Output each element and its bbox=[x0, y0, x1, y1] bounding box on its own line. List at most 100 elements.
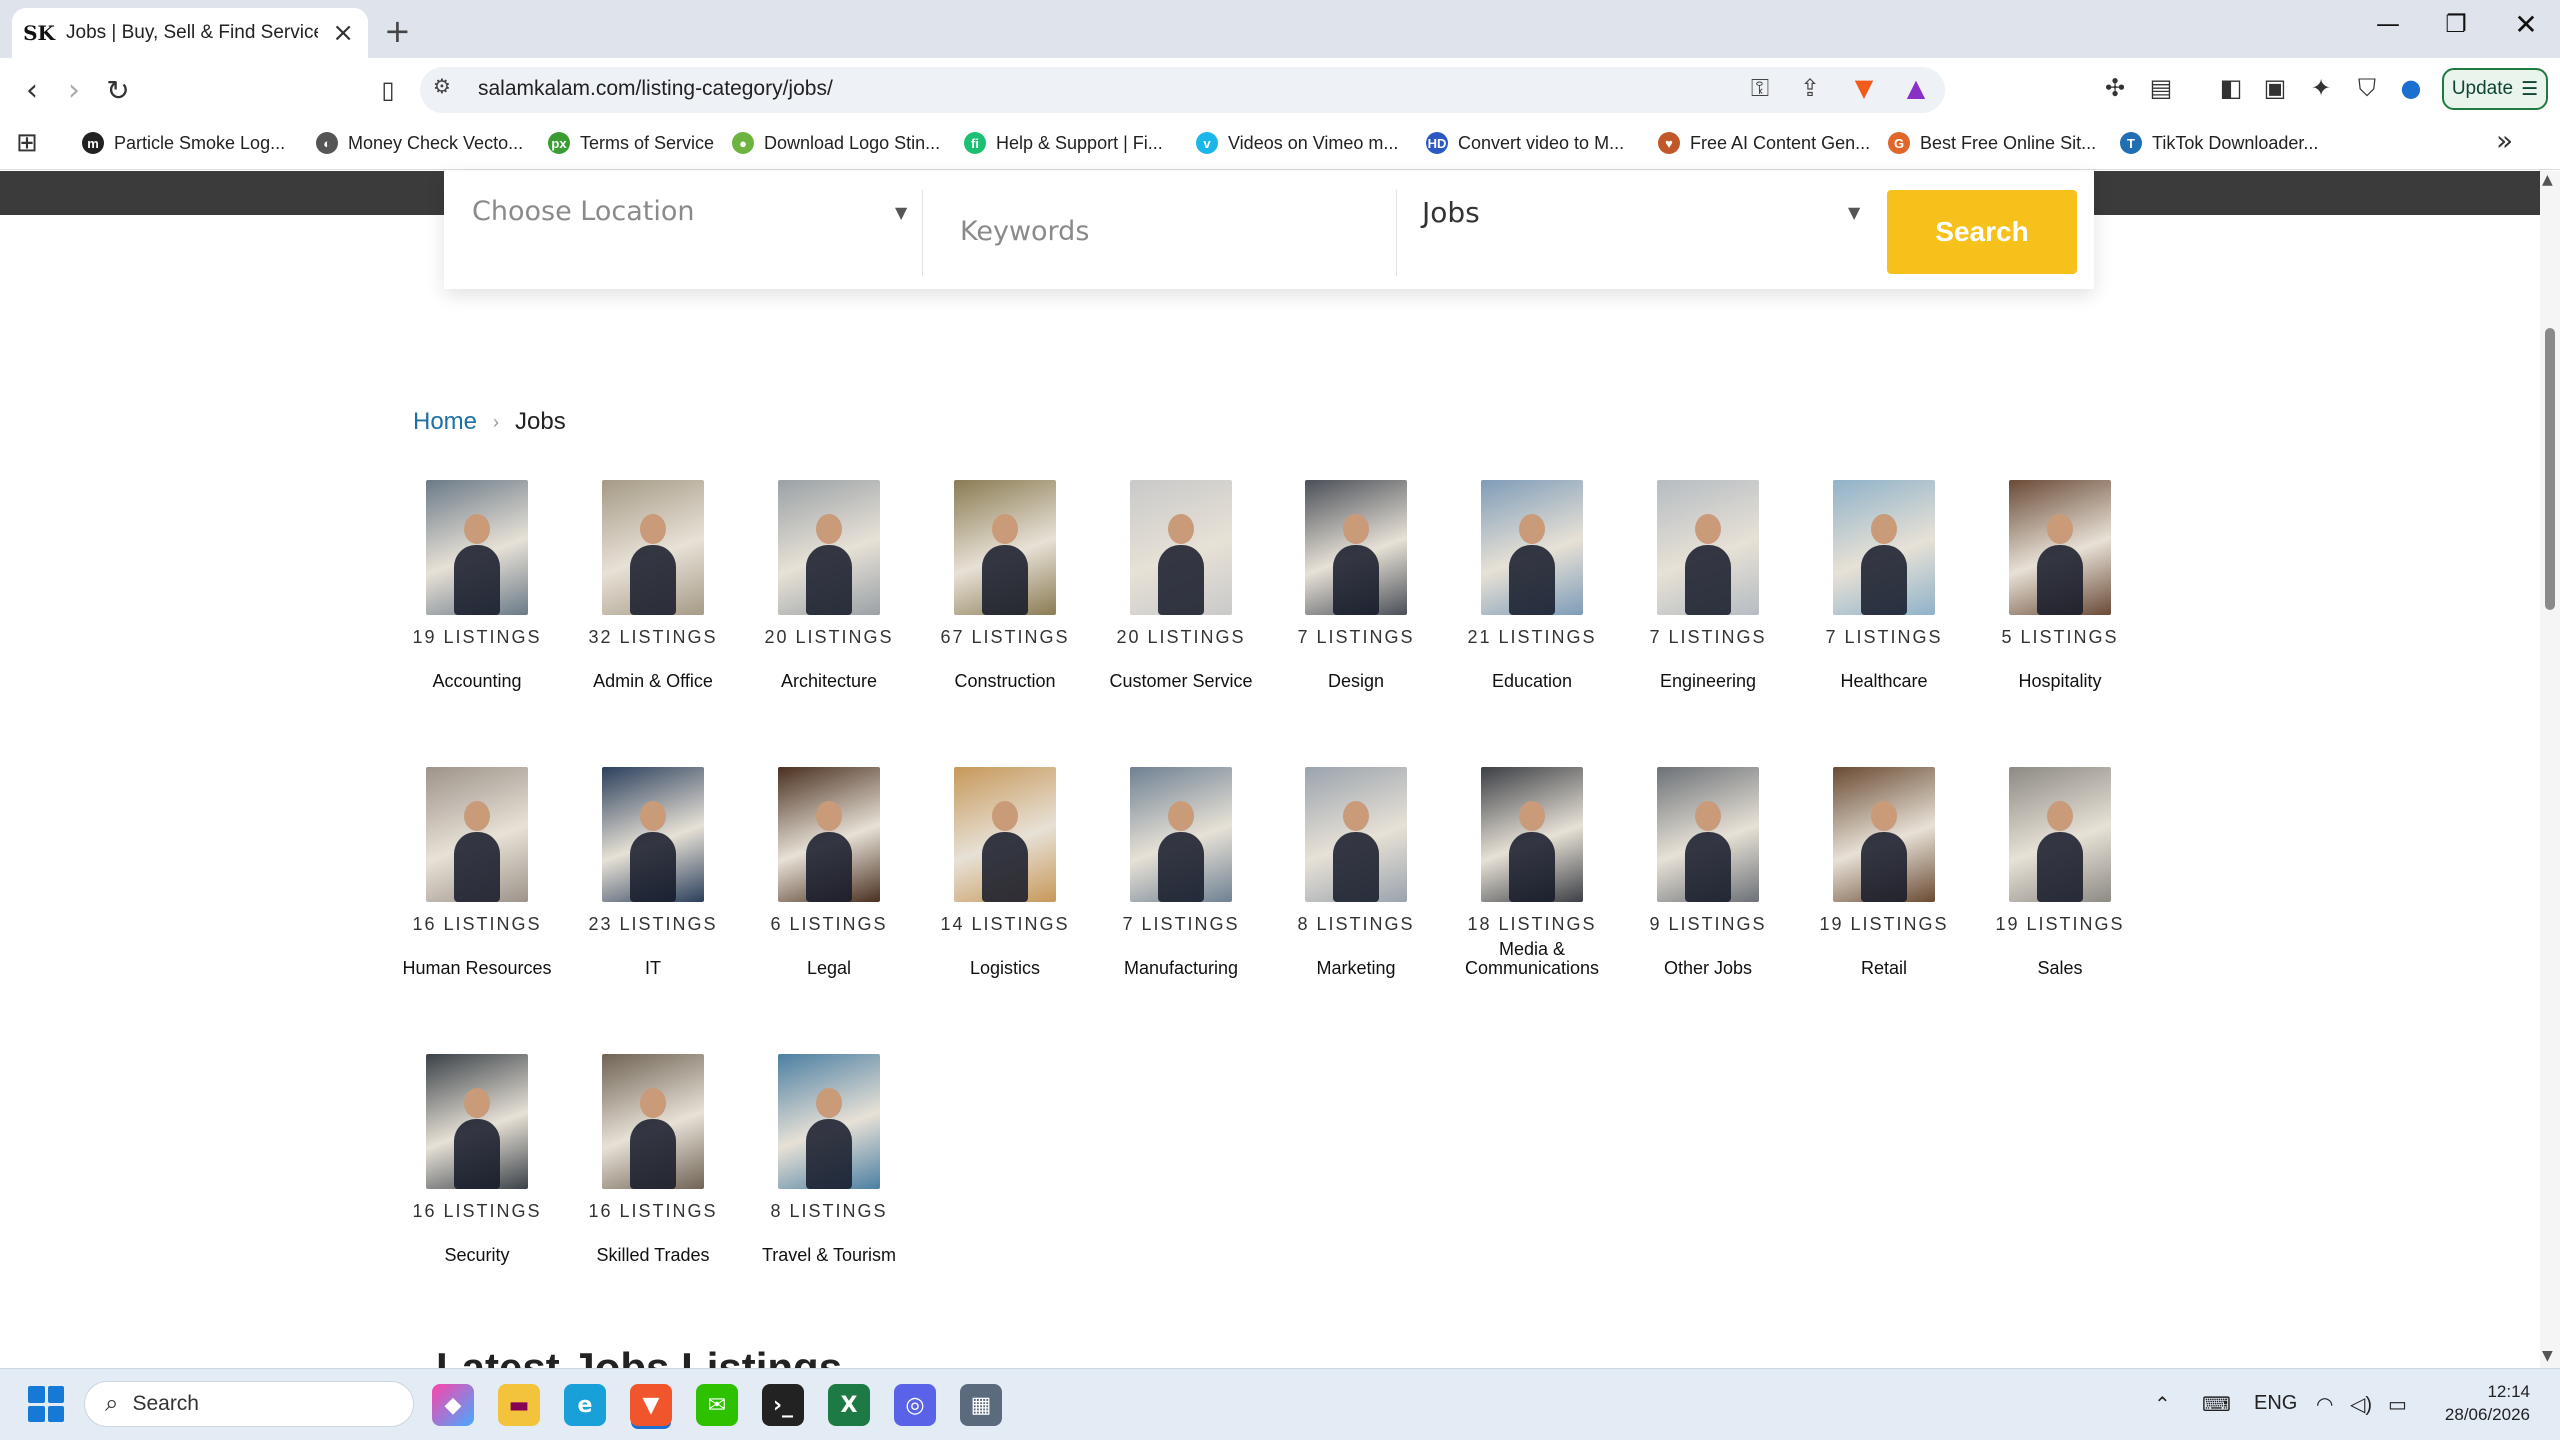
category-card[interactable]: 8 LISTINGS Marketing bbox=[1268, 767, 1444, 978]
category-name-link[interactable]: Healthcare bbox=[1796, 672, 1972, 691]
site-settings-icon[interactable]: ⚙ bbox=[426, 74, 458, 98]
calculator-icon[interactable]: ▦ bbox=[960, 1384, 1002, 1426]
category-name-link[interactable]: Travel & Tourism bbox=[741, 1246, 917, 1265]
category-name-link[interactable]: Customer Service bbox=[1093, 672, 1269, 691]
file-explorer-icon[interactable]: ▬ bbox=[498, 1384, 540, 1426]
category-card[interactable]: 67 LISTINGS Construction bbox=[917, 480, 1093, 691]
teams-icon[interactable]: ◎ bbox=[894, 1384, 936, 1426]
category-thumbnail-image[interactable] bbox=[1130, 480, 1232, 615]
category-card[interactable]: 7 LISTINGS Design bbox=[1268, 480, 1444, 691]
restore-icon[interactable]: ❐ bbox=[2436, 10, 2476, 38]
category-card[interactable]: 20 LISTINGS Architecture bbox=[741, 480, 917, 691]
category-thumbnail-image[interactable] bbox=[426, 767, 528, 902]
bookmark-item[interactable]: ● Download Logo Stin... bbox=[732, 128, 940, 158]
category-thumbnail-image[interactable] bbox=[2009, 480, 2111, 615]
category-card[interactable]: 16 LISTINGS Human Resources bbox=[389, 767, 565, 978]
category-name-link[interactable]: Design bbox=[1268, 672, 1444, 691]
category-name-link[interactable]: Manufacturing bbox=[1093, 959, 1269, 978]
category-thumbnail-image[interactable] bbox=[1833, 767, 1935, 902]
category-thumbnail-image[interactable] bbox=[954, 480, 1056, 615]
reading-list-icon[interactable]: ▤ bbox=[2144, 74, 2178, 102]
category-card[interactable]: 14 LISTINGS Logistics bbox=[917, 767, 1093, 978]
forward-icon[interactable]: › bbox=[54, 70, 94, 110]
category-name-link[interactable]: Media & Communications bbox=[1444, 940, 1620, 978]
search-button[interactable]: Search bbox=[1887, 190, 2077, 274]
category-card[interactable]: 18 LISTINGS Media & Communications bbox=[1444, 767, 1620, 978]
category-thumbnail-image[interactable] bbox=[954, 767, 1056, 902]
brave-rewards-icon[interactable]: ▲ bbox=[1900, 74, 1932, 102]
taskbar-search[interactable]: ⌕ Search bbox=[84, 1381, 414, 1427]
category-card[interactable]: 7 LISTINGS Engineering bbox=[1620, 480, 1796, 691]
category-thumbnail-image[interactable] bbox=[1130, 767, 1232, 902]
edge-icon[interactable]: e bbox=[564, 1384, 606, 1426]
category-thumbnail-image[interactable] bbox=[778, 480, 880, 615]
category-card[interactable]: 9 LISTINGS Other Jobs bbox=[1620, 767, 1796, 978]
sidebar-icon[interactable]: ◧ bbox=[2214, 74, 2248, 102]
excel-icon[interactable]: X bbox=[828, 1384, 870, 1426]
category-name-link[interactable]: Accounting bbox=[389, 672, 565, 691]
category-name-link[interactable]: Admin & Office bbox=[565, 672, 741, 691]
category-thumbnail-image[interactable] bbox=[1481, 480, 1583, 615]
volume-icon[interactable]: ◁) bbox=[2350, 1392, 2372, 1417]
category-name-link[interactable]: Security bbox=[389, 1246, 565, 1265]
category-card[interactable]: 7 LISTINGS Healthcare bbox=[1796, 480, 1972, 691]
back-icon[interactable]: ‹ bbox=[12, 70, 52, 110]
keyboard-icon[interactable]: ⌨ bbox=[2202, 1392, 2231, 1417]
category-thumbnail-image[interactable] bbox=[1305, 480, 1407, 615]
extensions-icon[interactable]: ✣ bbox=[2098, 74, 2132, 102]
terminal-icon[interactable]: ›_ bbox=[762, 1384, 804, 1426]
category-card[interactable]: 19 LISTINGS Accounting bbox=[389, 480, 565, 691]
category-thumbnail-image[interactable] bbox=[602, 767, 704, 902]
leo-ai-icon[interactable]: ✦ bbox=[2304, 74, 2338, 102]
more-bookmarks-icon[interactable]: » bbox=[2496, 124, 2513, 157]
share-icon[interactable]: ⇪ bbox=[1794, 74, 1826, 102]
bookmark-item[interactable]: ◐ Money Check Vecto... bbox=[316, 128, 523, 158]
category-name-link[interactable]: Human Resources bbox=[389, 959, 565, 978]
category-select[interactable]: Jobs bbox=[1422, 196, 1480, 229]
category-thumbnail-image[interactable] bbox=[602, 1054, 704, 1189]
tab-close-icon[interactable]: × bbox=[332, 20, 354, 46]
profile-icon[interactable]: ● bbox=[2394, 74, 2428, 102]
bookmark-item[interactable]: px Terms of Service bbox=[548, 128, 714, 158]
category-thumbnail-image[interactable] bbox=[778, 1054, 880, 1189]
scroll-up-icon[interactable]: ▲ bbox=[2542, 172, 2553, 188]
update-button[interactable]: Update ☰ bbox=[2442, 68, 2548, 110]
wallet-icon[interactable]: ▣ bbox=[2258, 74, 2292, 102]
keywords-input[interactable]: Keywords bbox=[960, 216, 1089, 247]
category-thumbnail-image[interactable] bbox=[1657, 767, 1759, 902]
category-thumbnail-image[interactable] bbox=[426, 1054, 528, 1189]
new-tab-icon[interactable]: + bbox=[384, 12, 411, 50]
breadcrumb-home-link[interactable]: Home bbox=[413, 408, 477, 436]
apps-grid-icon[interactable]: ⊞ bbox=[16, 128, 38, 158]
category-card[interactable]: 19 LISTINGS Retail bbox=[1796, 767, 1972, 978]
category-card[interactable]: 23 LISTINGS IT bbox=[565, 767, 741, 978]
category-name-link[interactable]: Logistics bbox=[917, 959, 1093, 978]
category-card[interactable]: 8 LISTINGS Travel & Tourism bbox=[741, 1054, 917, 1265]
copilot-icon[interactable]: ◆ bbox=[432, 1384, 474, 1426]
category-name-link[interactable]: Marketing bbox=[1268, 959, 1444, 978]
category-thumbnail-image[interactable] bbox=[1481, 767, 1583, 902]
location-select[interactable]: Choose Location bbox=[472, 196, 694, 227]
system-clock[interactable]: 12:14 28/06/2026 bbox=[2418, 1380, 2530, 1426]
scrollbar-thumb[interactable] bbox=[2545, 328, 2555, 610]
category-card[interactable]: 16 LISTINGS Skilled Trades bbox=[565, 1054, 741, 1265]
category-card[interactable]: 16 LISTINGS Security bbox=[389, 1054, 565, 1265]
start-button[interactable] bbox=[28, 1386, 64, 1422]
category-thumbnail-image[interactable] bbox=[1305, 767, 1407, 902]
wechat-icon[interactable]: ✉ bbox=[696, 1384, 738, 1426]
category-name-link[interactable]: Hospitality bbox=[1972, 672, 2148, 691]
category-card[interactable]: 19 LISTINGS Sales bbox=[1972, 767, 2148, 978]
wifi-icon[interactable]: ◠ bbox=[2316, 1392, 2333, 1417]
category-name-link[interactable]: Sales bbox=[1972, 959, 2148, 978]
bookmark-item[interactable]: v Videos on Vimeo m... bbox=[1196, 128, 1398, 158]
category-card[interactable]: 32 LISTINGS Admin & Office bbox=[565, 480, 741, 691]
language-indicator[interactable]: ENG bbox=[2254, 1392, 2297, 1415]
category-thumbnail-image[interactable] bbox=[1657, 480, 1759, 615]
category-name-link[interactable]: Other Jobs bbox=[1620, 959, 1796, 978]
bookmark-item[interactable]: HD Convert video to M... bbox=[1426, 128, 1624, 158]
battery-icon[interactable]: ▭ bbox=[2388, 1392, 2407, 1417]
category-name-link[interactable]: Skilled Trades bbox=[565, 1246, 741, 1265]
category-thumbnail-image[interactable] bbox=[1833, 480, 1935, 615]
category-card[interactable]: 6 LISTINGS Legal bbox=[741, 767, 917, 978]
bookmark-page-icon[interactable]: ▯ bbox=[368, 70, 408, 110]
